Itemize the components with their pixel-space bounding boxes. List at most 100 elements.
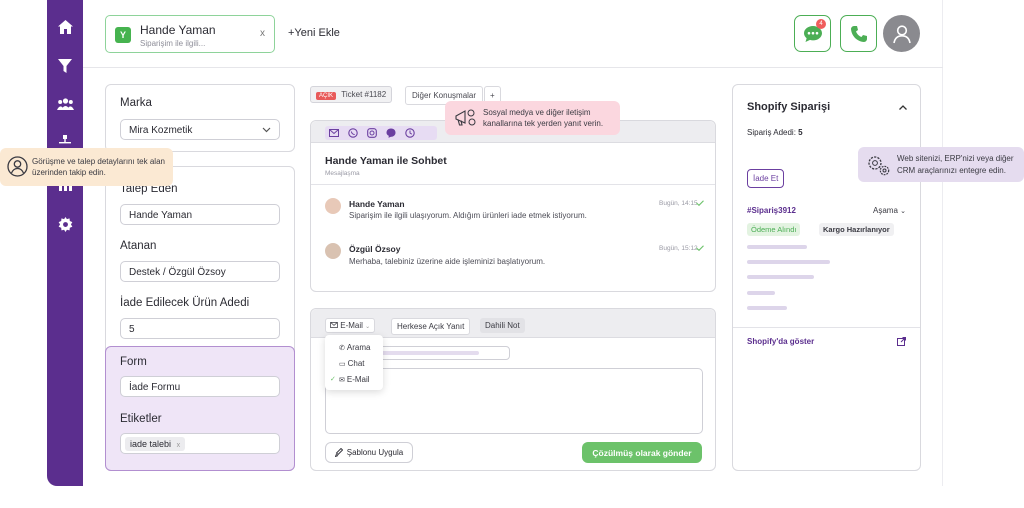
- apply-template-button[interactable]: Şablonu Uygula: [325, 442, 413, 463]
- tooltip-channels-text: Sosyal medya ve diğer iletişim kanalları…: [483, 107, 604, 128]
- email-icon[interactable]: [329, 129, 339, 137]
- tags-input[interactable]: iade talebi x: [120, 433, 280, 454]
- chevron-down-icon: ⌄: [900, 208, 907, 215]
- return-qty-input[interactable]: 5: [120, 318, 280, 339]
- refund-button[interactable]: İade Et: [747, 169, 785, 188]
- users-icon[interactable]: [56, 95, 74, 113]
- whatsapp-icon[interactable]: [348, 128, 358, 138]
- message-time: Bugün, 15:12: [659, 245, 698, 252]
- email-icon: ✉: [339, 377, 345, 384]
- tooltip-integrations: Web sitenizi, ERP'nizi veya diğer CRM ar…: [858, 147, 1024, 182]
- call-button[interactable]: [840, 15, 877, 52]
- option-label: Arama: [346, 343, 371, 352]
- megaphone-icon: [455, 109, 476, 126]
- conversation-title: Hande Yaman ile Sohbet: [325, 155, 447, 167]
- new-tab-button[interactable]: +Yeni Ekle: [288, 27, 340, 39]
- assignee-label: Atanan: [120, 240, 157, 252]
- option-label: E-Mail: [346, 375, 370, 384]
- history-icon[interactable]: [405, 128, 415, 138]
- external-link-icon[interactable]: [897, 337, 906, 346]
- phone-icon: ✆: [339, 345, 345, 352]
- placeholder-bar: [747, 291, 775, 295]
- dropdown-option-email[interactable]: ✓ ✉ E-Mail: [330, 375, 370, 384]
- home-icon[interactable]: [56, 18, 74, 36]
- chat-button[interactable]: 4: [794, 15, 831, 52]
- apply-template-label: Şablonu Uygula: [346, 448, 404, 457]
- option-label: Chat: [347, 359, 365, 368]
- user-circle-icon: [7, 156, 28, 177]
- channel-select[interactable]: E-Mail ⌄: [325, 318, 376, 333]
- messenger-icon[interactable]: [386, 128, 396, 138]
- placeholder-bar: [747, 245, 807, 249]
- channel-dropdown: ✆ Arama ▭ Chat ✓ ✉ E-Mail: [325, 335, 383, 390]
- notification-badge: 4: [816, 19, 826, 29]
- brand-value: Mira Kozmetik: [129, 125, 193, 136]
- instagram-icon[interactable]: [367, 128, 377, 138]
- order-count: Sipariş Adedi: 5: [747, 128, 803, 137]
- avatar: [325, 243, 341, 259]
- divider: [733, 327, 920, 328]
- order-count-label: Sipariş Adedi:: [747, 128, 796, 137]
- message-text: Siparişim ile ilgili ulaşıyorum. Aldığım…: [349, 211, 587, 220]
- message-text: Merhaba, talebiniz üzerine aide işlemini…: [349, 257, 546, 266]
- contact-tab[interactable]: Y Hande Yaman Siparişim ile ilgili... x: [105, 15, 275, 53]
- order-count-value: 5: [798, 128, 803, 137]
- close-tab-button[interactable]: x: [260, 28, 265, 39]
- tag-chip: iade talebi x: [125, 437, 186, 451]
- filter-icon[interactable]: [56, 57, 74, 75]
- dropdown-option-call[interactable]: ✆ Arama: [339, 343, 370, 352]
- brush-icon: [334, 448, 343, 457]
- phone-icon: [850, 25, 867, 42]
- check-icon: ✓: [330, 376, 336, 383]
- shopify-card: Shopify Siparişi Sipariş Adedi: 5 İade E…: [732, 84, 921, 471]
- order-id[interactable]: #Sipariş3912: [747, 206, 796, 215]
- tooltip-channels: Sosyal medya ve diğer iletişim kanalları…: [445, 101, 620, 135]
- email-icon: [330, 322, 338, 328]
- conversation-subtitle: Mesajlaşma: [325, 170, 360, 177]
- brand-select[interactable]: Mira Kozmetik: [120, 119, 280, 140]
- contact-initial-badge: Y: [115, 27, 131, 43]
- form-input[interactable]: İade Formu: [120, 376, 280, 397]
- placeholder-bar: [747, 306, 787, 310]
- send-solved-button[interactable]: Çözülmüş olarak gönder: [582, 442, 702, 463]
- public-reply-tab[interactable]: Herkese Açık Yanıt: [391, 318, 471, 335]
- gear-icon[interactable]: [56, 215, 74, 233]
- requester-input[interactable]: Hande Yaman: [120, 204, 280, 225]
- form-section: Form İade Formu Etiketler iade talebi x: [105, 346, 295, 471]
- channel-icons: [325, 126, 437, 140]
- user-avatar[interactable]: [883, 15, 920, 52]
- ticket-number: Ticket #1182: [341, 90, 387, 99]
- cargo-status-badge: Kargo Hazırlanıyor: [819, 223, 894, 236]
- tag-remove-icon[interactable]: x: [177, 442, 181, 449]
- placeholder-bar: [747, 260, 830, 264]
- brand-card: Marka Mira Kozmetik: [105, 84, 295, 152]
- conversation-card: Hande Yaman ile Sohbet Mesajlaşma Hande …: [310, 120, 716, 292]
- tooltip-integrations-text: Web sitenizi, ERP'nizi veya diğer CRM ar…: [897, 154, 1014, 175]
- contact-subject: Siparişim ile ilgili...: [140, 39, 206, 48]
- show-on-shopify-link[interactable]: Shopify'da göster: [747, 337, 814, 346]
- tooltip-details-text: Görüşme ve talep detaylarını tek alan üz…: [32, 156, 165, 177]
- chat-icon: ▭: [339, 361, 346, 368]
- status-badge: AÇIK: [316, 92, 337, 100]
- message-time: Bugün, 14:15: [659, 200, 698, 207]
- shopify-title: Shopify Siparişi: [747, 101, 831, 113]
- stage-select[interactable]: Aşama ⌄: [873, 206, 906, 215]
- chevron-up-icon[interactable]: [898, 104, 908, 111]
- chevron-down-icon: [262, 127, 271, 133]
- top-bar: Y Hande Yaman Siparişim ile ilgili... x …: [83, 0, 943, 68]
- tooltip-details: Görüşme ve talep detaylarını tek alan üz…: [0, 148, 173, 186]
- brand-label: Marka: [120, 97, 152, 109]
- avatar: [325, 198, 341, 214]
- user-icon: [892, 24, 911, 43]
- dropdown-option-chat[interactable]: ▭ Chat: [339, 359, 365, 368]
- contact-name: Hande Yaman: [140, 23, 216, 37]
- gears-icon: [868, 156, 890, 176]
- internal-note-tab[interactable]: Dahili Not: [480, 318, 525, 333]
- return-qty-label: İade Edilecek Ürün Adedi: [120, 297, 250, 309]
- stage-label: Aşama: [873, 206, 898, 215]
- assignee-input[interactable]: Destek / Özgül Özsoy: [120, 261, 280, 282]
- ticket-tab[interactable]: AÇIK Ticket #1182: [310, 86, 393, 103]
- tag-label: iade talebi: [130, 439, 172, 449]
- message-author: Hande Yaman: [349, 199, 405, 209]
- check-icon: [696, 245, 704, 251]
